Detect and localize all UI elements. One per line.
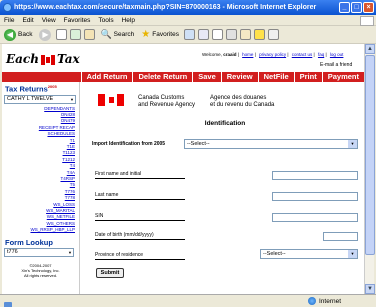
nav-delete-return[interactable]: Delete Return — [132, 72, 192, 82]
menu-bar: File Edit View Favorites Tools Help — [0, 15, 376, 26]
stop-icon[interactable] — [56, 29, 68, 40]
forward-button[interactable]: ▶ — [37, 27, 53, 42]
first-name-label: First name and initial — [95, 171, 142, 177]
menu-view[interactable]: View — [42, 17, 56, 24]
maximize-button[interactable]: □ — [351, 2, 362, 13]
scroll-down-icon[interactable]: ▼ — [365, 284, 375, 294]
copyright: ©2004-2007 Xin's Technology, Inc. All ri… — [21, 262, 60, 278]
forward-arrow-icon: ▶ — [39, 28, 52, 41]
nav-add-return[interactable]: Add Return — [80, 72, 133, 82]
web-page: Each Tax Welcome, craaid | home | privacy… — [2, 44, 364, 294]
sin-underline — [95, 220, 185, 221]
mail-icon[interactable] — [197, 29, 209, 40]
last-name-underline — [95, 199, 185, 200]
minimize-button[interactable]: _ — [339, 2, 350, 13]
page-heading: Identification — [204, 120, 246, 127]
link-contact[interactable]: contact us — [292, 52, 313, 57]
dob-underline — [95, 239, 185, 240]
link-logout[interactable]: log out — [330, 52, 344, 57]
username: craaid — [223, 52, 237, 57]
identification-form: Canada Customs and Revenue Agency Agence… — [88, 86, 362, 294]
return-select[interactable]: CATHY L TWELVE — [4, 94, 76, 104]
vertical-scrollbar[interactable]: ▲ ▼ — [364, 44, 375, 294]
province-label: Province of residence — [95, 252, 144, 258]
back-arrow-icon: ◀ — [4, 28, 16, 41]
favorites-star-icon: ★ — [141, 29, 151, 40]
form-link[interactable]: WS_RRSP_HBP_LLP — [2, 227, 75, 233]
discuss-icon[interactable] — [239, 29, 251, 40]
logo-text-right: Tax — [56, 52, 80, 66]
province-select[interactable]: --Select-- — [260, 249, 358, 259]
first-name-underline — [95, 178, 185, 179]
favorites-button[interactable]: ★ Favorites — [139, 27, 181, 42]
edit-icon[interactable] — [225, 29, 237, 40]
form-lookup-title: Form Lookup — [5, 237, 53, 247]
search-button[interactable]: 🔍 Search — [98, 27, 136, 42]
menu-edit[interactable]: Edit — [22, 17, 33, 24]
dob-label: Date of birth (mm/dd/yyyy) — [95, 232, 154, 238]
zone-label: Internet — [319, 297, 342, 305]
first-name-input[interactable] — [272, 171, 358, 180]
last-name-input[interactable] — [272, 192, 358, 201]
nav-payment[interactable]: Payment — [321, 72, 364, 82]
history-icon[interactable] — [183, 29, 195, 40]
last-name-label: Last name — [95, 192, 119, 198]
email-friend-link[interactable]: E-mail a friend — [320, 62, 352, 68]
research-icon[interactable] — [267, 29, 279, 40]
messenger-icon[interactable] — [253, 29, 265, 40]
internet-globe-icon — [308, 297, 316, 305]
maple-leaf-icon — [40, 54, 55, 65]
menu-help[interactable]: Help — [122, 17, 135, 24]
back-label: Back — [18, 31, 33, 38]
nav-netfile[interactable]: NetFile — [257, 72, 294, 82]
tax-year: 2005 — [47, 84, 57, 89]
sin-label: SIN — [95, 213, 104, 219]
browser-toolbar: ◀ Back ▶ 🔍 Search ★ Favorites — [0, 26, 376, 44]
eachtax-logo: Each Tax — [6, 52, 80, 66]
form-links: DEPENDANTS ON428 ON479 RECEIPT RECAP SCH… — [2, 106, 79, 234]
link-faq[interactable]: faq — [318, 52, 324, 57]
refresh-icon[interactable] — [70, 29, 82, 40]
tax-returns-title: Tax Returns2005 — [5, 84, 57, 94]
status-bar: Internet — [0, 294, 376, 307]
windows-logo-icon — [360, 16, 374, 26]
print-icon[interactable] — [211, 29, 223, 40]
link-privacy[interactable]: privacy policy — [259, 52, 286, 57]
import-label: Import Identification from 2005 — [92, 141, 166, 147]
agency-name-en: Canada Customs and Revenue Agency — [138, 95, 196, 108]
close-button[interactable]: × — [363, 2, 374, 13]
link-home[interactable]: home — [242, 52, 253, 57]
logo-text-left: Each — [6, 52, 39, 66]
search-icon: 🔍 — [100, 29, 112, 39]
sidebar: Tax Returns2005 CATHY L TWELVE DEPENDANT… — [2, 82, 80, 294]
submit-button[interactable]: Submit — [96, 268, 124, 278]
province-underline — [95, 259, 185, 260]
menu-favorites[interactable]: Favorites — [64, 17, 91, 24]
search-label: Search — [113, 31, 135, 38]
form-lookup-select[interactable]: t776 — [4, 247, 74, 257]
scroll-up-icon[interactable]: ▲ — [365, 44, 375, 54]
nav-review[interactable]: Review — [220, 72, 258, 82]
main-nav-bar: Add Return Delete Return Save Review Net… — [2, 72, 364, 82]
canada-flag-icon — [98, 94, 124, 106]
nav-print[interactable]: Print — [293, 72, 322, 82]
top-links: Welcome, craaid | home | privacy policy … — [202, 52, 344, 57]
sin-input[interactable] — [272, 213, 358, 222]
window-title: https://www.eachtax.com/secure/taxmain.p… — [14, 4, 317, 11]
menu-file[interactable]: File — [4, 17, 14, 24]
window-title-bar: https://www.eachtax.com/secure/taxmain.p… — [0, 0, 376, 15]
dob-input[interactable] — [323, 232, 358, 241]
import-select[interactable]: --Select-- — [184, 139, 358, 149]
menu-tools[interactable]: Tools — [98, 17, 113, 24]
scroll-thumb[interactable] — [365, 55, 375, 255]
window-controls: _ □ × — [339, 2, 374, 13]
ie-icon — [3, 3, 12, 12]
home-icon[interactable] — [84, 29, 96, 40]
favorites-label: Favorites — [152, 31, 179, 38]
nav-save[interactable]: Save — [192, 72, 221, 82]
agency-name-fr: Agence des douanes et du revenu du Canad… — [210, 95, 275, 108]
back-button[interactable]: ◀ Back — [2, 27, 34, 42]
security-zone: Internet — [300, 297, 341, 305]
welcome-text: Welcome, — [202, 52, 222, 57]
